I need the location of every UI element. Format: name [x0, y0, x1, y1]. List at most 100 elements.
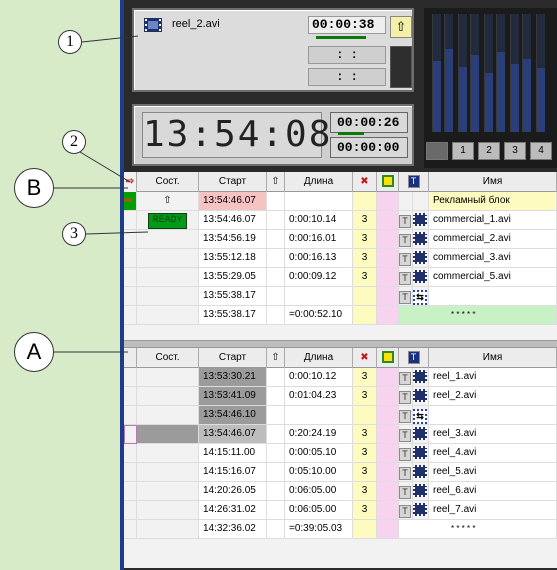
table-row[interactable]: 13:53:30.21 0:00:10.12 3 Treel_1.avi: [124, 368, 557, 387]
t-button[interactable]: T: [399, 505, 411, 518]
channel-button-1[interactable]: 1: [452, 142, 474, 160]
t-button[interactable]: T: [399, 410, 411, 423]
header-name[interactable]: Имя: [429, 172, 557, 192]
shuffle-icon[interactable]: ✖: [353, 172, 377, 192]
t-button[interactable]: T: [399, 372, 411, 385]
row-start: 14:26:31.02: [199, 501, 267, 520]
row-length: 0:00:10.14: [285, 211, 353, 230]
table-row[interactable]: 13:55:12.18 0:00:16.13 3 Tcommercial_3.avi: [124, 249, 557, 268]
row-state: [137, 501, 199, 520]
t-button[interactable]: T: [399, 429, 411, 442]
loop-icon[interactable]: [377, 348, 399, 368]
row-arrow-col: [267, 268, 285, 287]
row-pink-col: [377, 482, 399, 501]
row-start: 13:53:30.21: [199, 368, 267, 387]
eject-icon[interactable]: ⇧: [267, 348, 285, 368]
row-name: Рекламный блок: [429, 192, 557, 211]
meter-8: [522, 14, 531, 132]
table-row[interactable]: READY 13:54:46.07 0:00:10.14 3 Tcommercial_1…: [124, 211, 557, 230]
table-row[interactable]: 14:15:11.00 0:00:05.10 3 Treel_4.avi: [124, 444, 557, 463]
row-arrow-col: [267, 463, 285, 482]
channel-button-2[interactable]: 2: [478, 142, 500, 160]
header-start[interactable]: Старт: [199, 348, 267, 368]
remaining-progress-bar: [338, 132, 364, 135]
t-button[interactable]: T: [399, 291, 411, 304]
table-row[interactable]: ⇨ ⇧ 13:54:46.07 Рекламный блок: [124, 192, 557, 211]
current-clip-panel: reel_2.avi 00:00:38 ⇧ : : : :: [132, 8, 414, 92]
row-name: reel_2.avi: [429, 387, 557, 406]
audio-meters: 1 2 3 4: [424, 8, 557, 168]
t-button[interactable]: T: [399, 272, 411, 285]
table-row[interactable]: 14:26:31.02 0:06:05.00 3 Treel_7.avi: [124, 501, 557, 520]
table-row[interactable]: 13:55:38.17 T ⇆: [124, 287, 557, 306]
row-count: 3: [353, 230, 377, 249]
row-length: 0:06:05.00: [285, 501, 353, 520]
row-film-col: ⇆: [413, 406, 429, 425]
row-count: 3: [353, 425, 377, 444]
t-button[interactable]: T: [399, 448, 411, 461]
row-arrow-col: [267, 501, 285, 520]
t-button[interactable]: T: [399, 215, 411, 228]
table-row[interactable]: 13:54:56.19 0:00:16.01 3 Tcommercial_2.avi: [124, 230, 557, 249]
row-film-col: [413, 482, 429, 501]
t-button[interactable]: T: [399, 253, 411, 266]
film-icon: [413, 427, 427, 440]
channel-button-off[interactable]: [426, 142, 448, 160]
eject-icon[interactable]: ⇧: [267, 172, 285, 192]
film-icon: [413, 465, 427, 478]
row-t-col: T: [399, 230, 413, 249]
t-button[interactable]: T: [399, 234, 411, 247]
row-start: 13:53:41.09: [199, 387, 267, 406]
row-film-col: [413, 501, 429, 520]
loop-icon[interactable]: [377, 172, 399, 192]
header-t[interactable]: T: [399, 348, 429, 368]
row-film-col: [413, 211, 429, 230]
t-button[interactable]: T: [399, 486, 411, 499]
row-length: =0:39:05.03: [285, 520, 353, 539]
row-state: [137, 287, 199, 306]
row-state: [137, 482, 199, 501]
header-name[interactable]: Имя: [429, 348, 557, 368]
table-row[interactable]: 13:54:46.10 T ⇆: [124, 406, 557, 425]
blank-timecode-1: : :: [308, 46, 386, 64]
shuffle-icon[interactable]: ✖: [353, 348, 377, 368]
meter-4: [470, 14, 479, 132]
callout-2: 2: [62, 130, 86, 154]
row-name: reel_3.avi: [429, 425, 557, 444]
table-row[interactable]: 13:55:38.17 =0:00:52.10 * * * * *: [124, 306, 557, 325]
table-row[interactable]: 13:55:29.05 0:00:09.12 3 Tcommercial_5.avi: [124, 268, 557, 287]
row-arrow-col: [267, 482, 285, 501]
table-row[interactable]: 13:53:41.09 0:01:04.23 3 Treel_2.avi: [124, 387, 557, 406]
table-row[interactable]: 14:20:26.05 0:06:05.00 3 Treel_6.avi: [124, 482, 557, 501]
header-length[interactable]: Длина: [285, 172, 353, 192]
header-state[interactable]: Сост.: [137, 172, 199, 192]
row-film-col: [413, 230, 429, 249]
t-button[interactable]: T: [399, 467, 411, 480]
main-clock: 13:54:08: [142, 112, 330, 158]
channel-button-4[interactable]: 4: [530, 142, 552, 160]
table-row[interactable]: 14:15:16.07 0:05:10.00 3 Treel_5.avi: [124, 463, 557, 482]
row-state: [137, 520, 199, 539]
row-t-col: T: [399, 368, 413, 387]
row-count: 3: [353, 482, 377, 501]
clip-progress-bar: [316, 36, 366, 39]
row-state: ⇧: [137, 192, 199, 211]
table-row[interactable]: 13:54:46.07 0:20:24.19 3 Treel_3.avi: [124, 425, 557, 444]
header-state[interactable]: Сост.: [137, 348, 199, 368]
header-t[interactable]: T: [399, 172, 429, 192]
row-arrow-col: [267, 444, 285, 463]
row-film-col: [413, 368, 429, 387]
row-name: commercial_3.avi: [429, 249, 557, 268]
row-marker: [124, 520, 137, 539]
table-splitter[interactable]: [124, 340, 557, 348]
header-length[interactable]: Длина: [285, 348, 353, 368]
channel-button-3[interactable]: 3: [504, 142, 526, 160]
header-start[interactable]: Старт: [199, 172, 267, 192]
callout-1: 1: [58, 30, 82, 54]
row-length: [285, 406, 353, 425]
row-count: 3: [353, 387, 377, 406]
eject-button[interactable]: ⇧: [390, 16, 412, 38]
t-button[interactable]: T: [399, 391, 411, 404]
table-row[interactable]: 14:32:36.02 =0:39:05.03 * * * * *: [124, 520, 557, 539]
row-t-col: T: [399, 444, 413, 463]
